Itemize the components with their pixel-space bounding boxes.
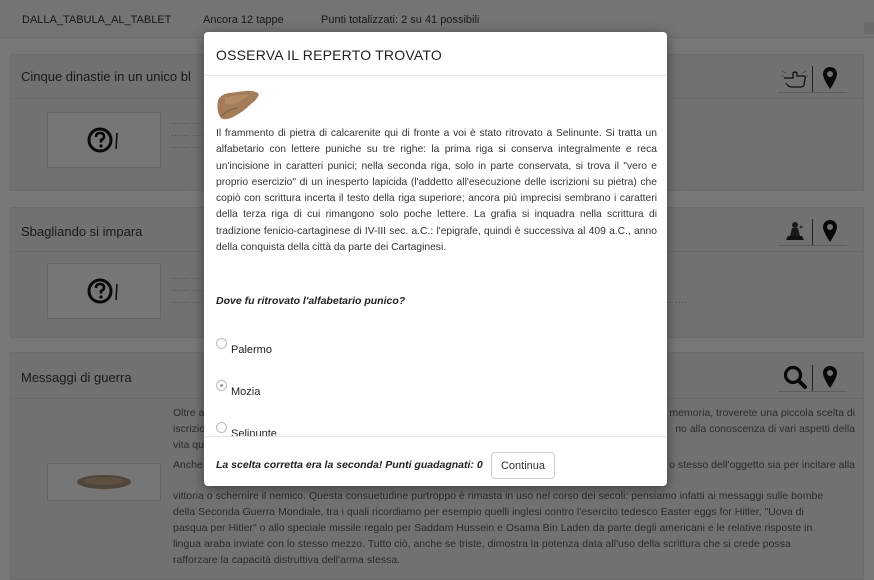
result-message: La scelta corretta era la seconda! Punti…: [216, 459, 483, 471]
option-label: Palermo: [231, 344, 272, 356]
modal-title: OSSERVA IL REPERTO TROVATO: [216, 47, 442, 63]
find-description: Il frammento di pietra di calcarenite qu…: [216, 128, 657, 254]
radio-palermo[interactable]: [216, 338, 227, 349]
stone-fragment-icon: [215, 90, 261, 125]
modal-footer: La scelta corretta era la seconda! Punti…: [204, 436, 667, 486]
radio-selinunte[interactable]: [216, 422, 227, 433]
modal-header: OSSERVA IL REPERTO TROVATO: [204, 32, 667, 76]
option-label: Mozia: [231, 386, 261, 398]
find-modal: OSSERVA IL REPERTO TROVATO Il frammento …: [204, 32, 667, 486]
question-text: Dove fu ritrovato l'alfabetario punico?: [216, 295, 406, 307]
continue-button[interactable]: Continua: [491, 452, 555, 479]
radio-mozia[interactable]: [216, 380, 227, 391]
modal-body: Il frammento di pietra di calcarenite qu…: [204, 76, 667, 440]
